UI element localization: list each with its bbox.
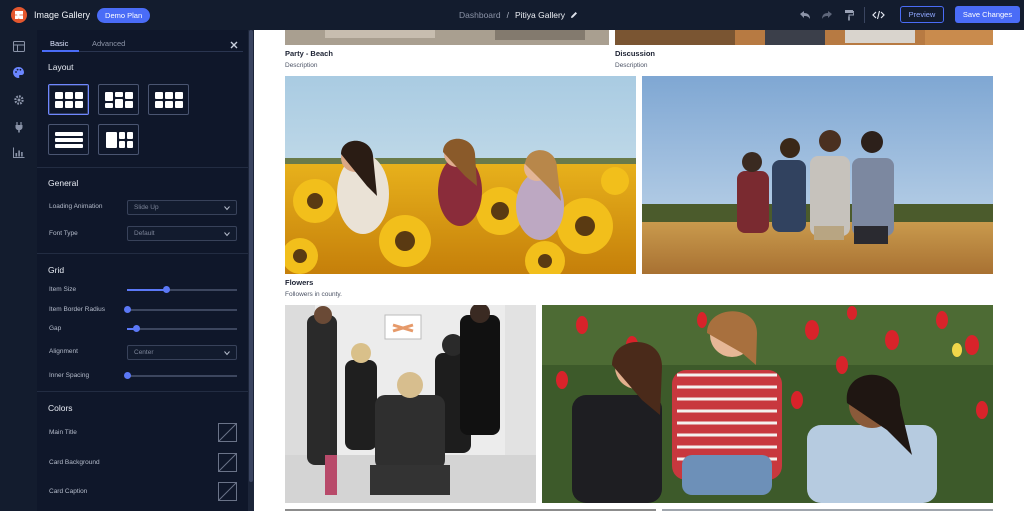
alignment-select[interactable]: Center [127, 345, 237, 360]
plan-badge[interactable]: Demo Plan [97, 7, 151, 23]
card-title: Flowers [285, 278, 314, 287]
item-size-slider[interactable] [127, 286, 237, 294]
general-section-title: General [48, 178, 79, 188]
inner-spacing-slider[interactable] [123, 372, 237, 380]
mosaic-layout-option[interactable] [98, 124, 139, 155]
settings-panel: Basic Advanced Layout General Loading An… [37, 30, 248, 511]
brand: Image Gallery Demo Plan [11, 7, 151, 23]
main-title-color-label: Main Title [49, 429, 77, 436]
alignment-label: Alignment [49, 348, 78, 355]
item-border-radius-label: Item Border Radius [49, 306, 105, 313]
card-background-color-swatch[interactable] [218, 453, 237, 472]
slider-knob[interactable] [133, 325, 141, 332]
app-logo [11, 7, 27, 23]
palette-icon[interactable] [12, 66, 25, 79]
loading-animation-value: Slide Up [134, 204, 159, 211]
justified-layout-option[interactable] [148, 84, 189, 115]
gap-slider[interactable] [127, 325, 237, 333]
card-title: Discussion [615, 49, 656, 58]
section-divider [37, 391, 248, 392]
slider-fill [127, 289, 167, 291]
app-title: Image Gallery [34, 10, 91, 20]
loading-animation-select[interactable]: Slide Up [127, 200, 237, 215]
close-icon[interactable] [230, 36, 238, 49]
redo-icon[interactable] [820, 8, 834, 22]
loading-animation-label: Loading Animation [49, 203, 103, 210]
plug-icon[interactable] [12, 120, 25, 133]
gallery-image-party-beach[interactable] [285, 30, 609, 45]
card-caption-color-swatch[interactable] [218, 482, 237, 501]
active-tab-indicator [42, 50, 79, 52]
gallery-image-studio-group[interactable] [285, 305, 536, 503]
gallery-canvas: Party - Beach Description Discussion Des… [254, 30, 1024, 511]
main-title-color-swatch[interactable] [218, 423, 237, 442]
item-border-radius-slider[interactable] [123, 306, 237, 314]
grid-section-title: Grid [48, 265, 65, 275]
slider-track [127, 375, 237, 377]
font-type-select[interactable]: Default [127, 226, 237, 241]
icon-rail: CR [0, 30, 37, 511]
font-type-value: Default [134, 230, 155, 237]
card-caption-color-label: Card Caption [49, 488, 88, 495]
dashboard-icon[interactable] [12, 40, 25, 53]
card-description: Description [615, 62, 648, 69]
grid-layout-option[interactable] [48, 84, 89, 115]
slider-track [127, 328, 237, 330]
slider-knob[interactable] [123, 372, 131, 379]
card-background-color-label: Card Background [49, 459, 100, 466]
toolbar-icons [798, 0, 893, 30]
section-divider [37, 253, 248, 254]
slider-knob[interactable] [163, 286, 171, 293]
panel-tabs: Basic Advanced [42, 37, 243, 52]
toolbar-divider [864, 7, 865, 23]
slider-track [127, 309, 237, 311]
preview-button[interactable]: Preview [900, 6, 944, 23]
list-layout-option[interactable] [48, 124, 89, 155]
alignment-value: Center [134, 349, 154, 356]
item-size-label: Item Size [49, 286, 77, 293]
gallery-image-discussion[interactable] [615, 30, 993, 45]
masonry-layout-option[interactable] [98, 84, 139, 115]
gallery-image-flowers[interactable] [285, 76, 636, 274]
gear-icon[interactable] [12, 93, 25, 106]
font-type-label: Font Type [49, 230, 78, 237]
breadcrumb-current: Pitiya Gallery [514, 10, 566, 20]
chevron-down-icon [224, 350, 230, 356]
breadcrumb-separator: / [506, 10, 509, 20]
section-divider [37, 167, 248, 168]
card-title: Party - Beach [285, 49, 333, 58]
panel-scrollbar-thumb[interactable] [249, 30, 253, 482]
breadcrumb-dashboard[interactable]: Dashboard [459, 10, 501, 20]
inner-spacing-label: Inner Spacing [49, 372, 90, 379]
layout-section-title: Layout [48, 62, 74, 72]
tab-basic[interactable]: Basic [50, 39, 68, 48]
tab-advanced[interactable]: Advanced [92, 39, 125, 48]
chevron-down-icon [224, 205, 230, 211]
colors-section-title: Colors [48, 403, 73, 413]
pencil-icon[interactable] [570, 11, 578, 19]
top-bar: Image Gallery Demo Plan Dashboard / Piti… [0, 0, 1024, 30]
chevron-down-icon [224, 231, 230, 237]
undo-icon[interactable] [798, 8, 812, 22]
paint-roller-icon[interactable] [842, 8, 856, 22]
gallery-image-tulips-friends[interactable] [542, 305, 993, 503]
card-description: Description [285, 62, 318, 69]
card-description: Followers in county. [285, 291, 342, 298]
gap-label: Gap [49, 325, 62, 332]
slider-knob[interactable] [123, 306, 131, 313]
breadcrumb: Dashboard / Pitiya Gallery [459, 0, 578, 30]
code-icon[interactable] [871, 8, 885, 22]
gallery-image-friends-field[interactable] [642, 76, 993, 274]
save-changes-button[interactable]: Save Changes [955, 6, 1020, 23]
analytics-icon[interactable] [12, 146, 25, 159]
